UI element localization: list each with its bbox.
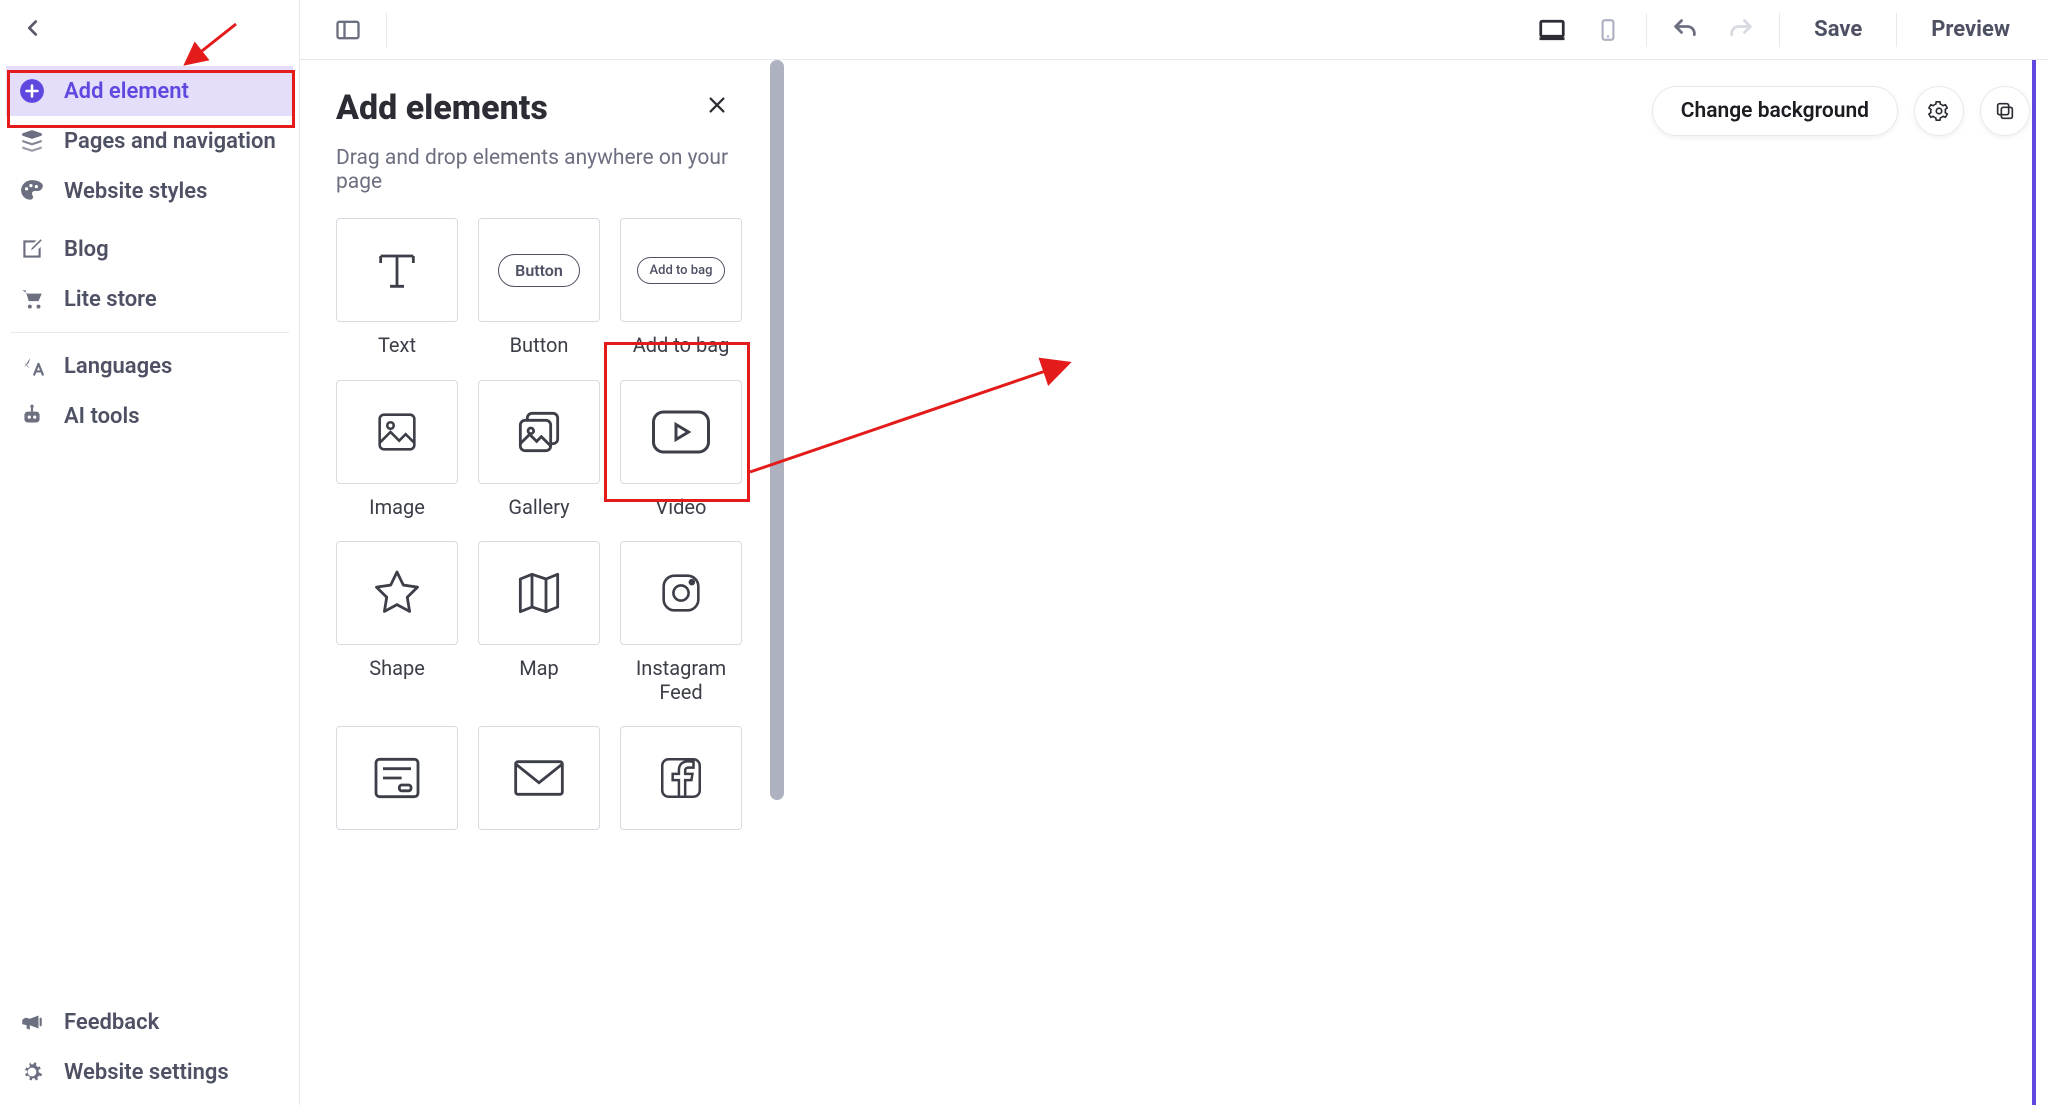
- panel-title: Add elements: [336, 88, 548, 128]
- text-icon: [369, 242, 425, 298]
- canvas-selection-edge: [2032, 60, 2048, 1105]
- element-tile-video[interactable]: [620, 380, 742, 484]
- sidebar-item-label: Website styles: [64, 179, 207, 204]
- save-button[interactable]: Save: [1800, 11, 1876, 48]
- element-tile-instagram-feed[interactable]: [620, 541, 742, 645]
- sidebar-item-label: Feedback: [64, 1010, 159, 1035]
- element-tile-add-to-bag[interactable]: Add to bag: [620, 218, 742, 322]
- form-icon: [369, 754, 425, 802]
- element-tile-shape[interactable]: [336, 541, 458, 645]
- element-tile-image[interactable]: [336, 380, 458, 484]
- element-tile-facebook[interactable]: [620, 726, 742, 830]
- element-tile-text[interactable]: [336, 218, 458, 322]
- button-pill-icon: Button: [498, 254, 580, 287]
- sidebar-item-label: Lite store: [64, 287, 157, 312]
- element-tile-gallery[interactable]: [478, 380, 600, 484]
- cart-icon: [18, 286, 46, 312]
- topbar-separator: [1779, 13, 1780, 47]
- element-tile-map[interactable]: [478, 541, 600, 645]
- gear-icon: [1928, 100, 1950, 122]
- preview-button[interactable]: Preview: [1917, 11, 2024, 48]
- chevron-left-icon: [22, 17, 44, 39]
- element-label: Gallery: [508, 496, 569, 520]
- sections-panel-button[interactable]: [330, 12, 366, 48]
- topbar-separator: [1896, 13, 1897, 47]
- element-tile-subscribe[interactable]: [478, 726, 600, 830]
- close-panel-button[interactable]: [700, 88, 734, 122]
- palette-icon: [18, 178, 46, 204]
- sidebar-item-label: Add element: [64, 79, 189, 104]
- sidebar-item-label: Languages: [64, 354, 172, 379]
- sidebar-nav: Add element Pages and navigation Website…: [0, 56, 299, 441]
- topbar: Save Preview: [300, 0, 2048, 60]
- plus-circle-icon: [18, 78, 46, 104]
- sidebar-bottom: Feedback Website settings: [0, 997, 299, 1105]
- sidebar-item-add-element[interactable]: Add element: [6, 66, 293, 116]
- gallery-icon: [511, 404, 567, 460]
- star-icon: [369, 565, 425, 621]
- element-tile-button[interactable]: Button: [478, 218, 600, 322]
- sidebar-item-label: Pages and navigation: [64, 129, 276, 154]
- change-background-button[interactable]: Change background: [1652, 86, 1898, 136]
- back-button[interactable]: [0, 0, 299, 56]
- sidebar-item-blog[interactable]: Blog: [6, 224, 293, 274]
- sidebar-item-languages[interactable]: Languages: [6, 341, 293, 391]
- element-label: Map: [519, 657, 559, 681]
- sidebar: Add element Pages and navigation Website…: [0, 0, 300, 1105]
- panel-scrollbar[interactable]: [770, 60, 784, 800]
- sidebar-item-pages[interactable]: Pages and navigation: [6, 116, 293, 166]
- element-label: Shape: [369, 657, 425, 681]
- element-label: Text: [378, 334, 416, 358]
- map-icon: [511, 565, 567, 621]
- sidebar-item-label: Blog: [64, 237, 109, 262]
- instagram-icon: [655, 567, 707, 619]
- sidebar-item-lite-store[interactable]: Lite store: [6, 274, 293, 324]
- undo-button[interactable]: [1667, 12, 1703, 48]
- sidebar-item-label: AI tools: [64, 404, 140, 429]
- facebook-icon: [656, 753, 706, 803]
- element-label: Button: [510, 334, 569, 358]
- redo-button[interactable]: [1723, 12, 1759, 48]
- copy-icon: [1994, 100, 2016, 122]
- element-tile-form[interactable]: [336, 726, 458, 830]
- editor-canvas[interactable]: [788, 60, 2048, 1105]
- panel-subtitle: Drag and drop elements anywhere on your …: [336, 146, 734, 194]
- video-icon: [651, 408, 711, 456]
- pencil-square-icon: [18, 236, 46, 262]
- image-icon: [371, 406, 423, 458]
- duplicate-section-button[interactable]: [1980, 86, 2030, 136]
- device-desktop-button[interactable]: [1534, 12, 1570, 48]
- device-mobile-button[interactable]: [1590, 12, 1626, 48]
- section-settings-button[interactable]: [1914, 86, 1964, 136]
- element-label: Video: [656, 496, 707, 520]
- envelope-icon: [511, 756, 567, 800]
- add-to-bag-pill-icon: Add to bag: [637, 257, 726, 284]
- elements-grid: Text Button Button Add to bag Add to bag: [336, 218, 734, 842]
- megaphone-icon: [18, 1009, 46, 1035]
- sidebar-item-ai-tools[interactable]: AI tools: [6, 391, 293, 441]
- sidebar-separator: [10, 332, 289, 333]
- canvas-floating-controls: Change background: [1652, 86, 2030, 136]
- robot-icon: [18, 403, 46, 429]
- topbar-separator: [386, 13, 387, 47]
- pages-icon: [18, 128, 46, 154]
- element-label: Instagram Feed: [620, 657, 742, 704]
- gear-icon: [18, 1059, 46, 1085]
- sidebar-item-settings[interactable]: Website settings: [6, 1047, 293, 1097]
- translate-icon: [18, 353, 46, 379]
- add-elements-panel: Add elements Drag and drop elements anyw…: [300, 60, 770, 1105]
- element-label: Image: [369, 496, 425, 520]
- sidebar-item-label: Website settings: [64, 1060, 229, 1085]
- sidebar-item-styles[interactable]: Website styles: [6, 166, 293, 216]
- sidebar-item-feedback[interactable]: Feedback: [6, 997, 293, 1047]
- topbar-separator: [1646, 13, 1647, 47]
- element-label: Add to bag: [633, 334, 730, 358]
